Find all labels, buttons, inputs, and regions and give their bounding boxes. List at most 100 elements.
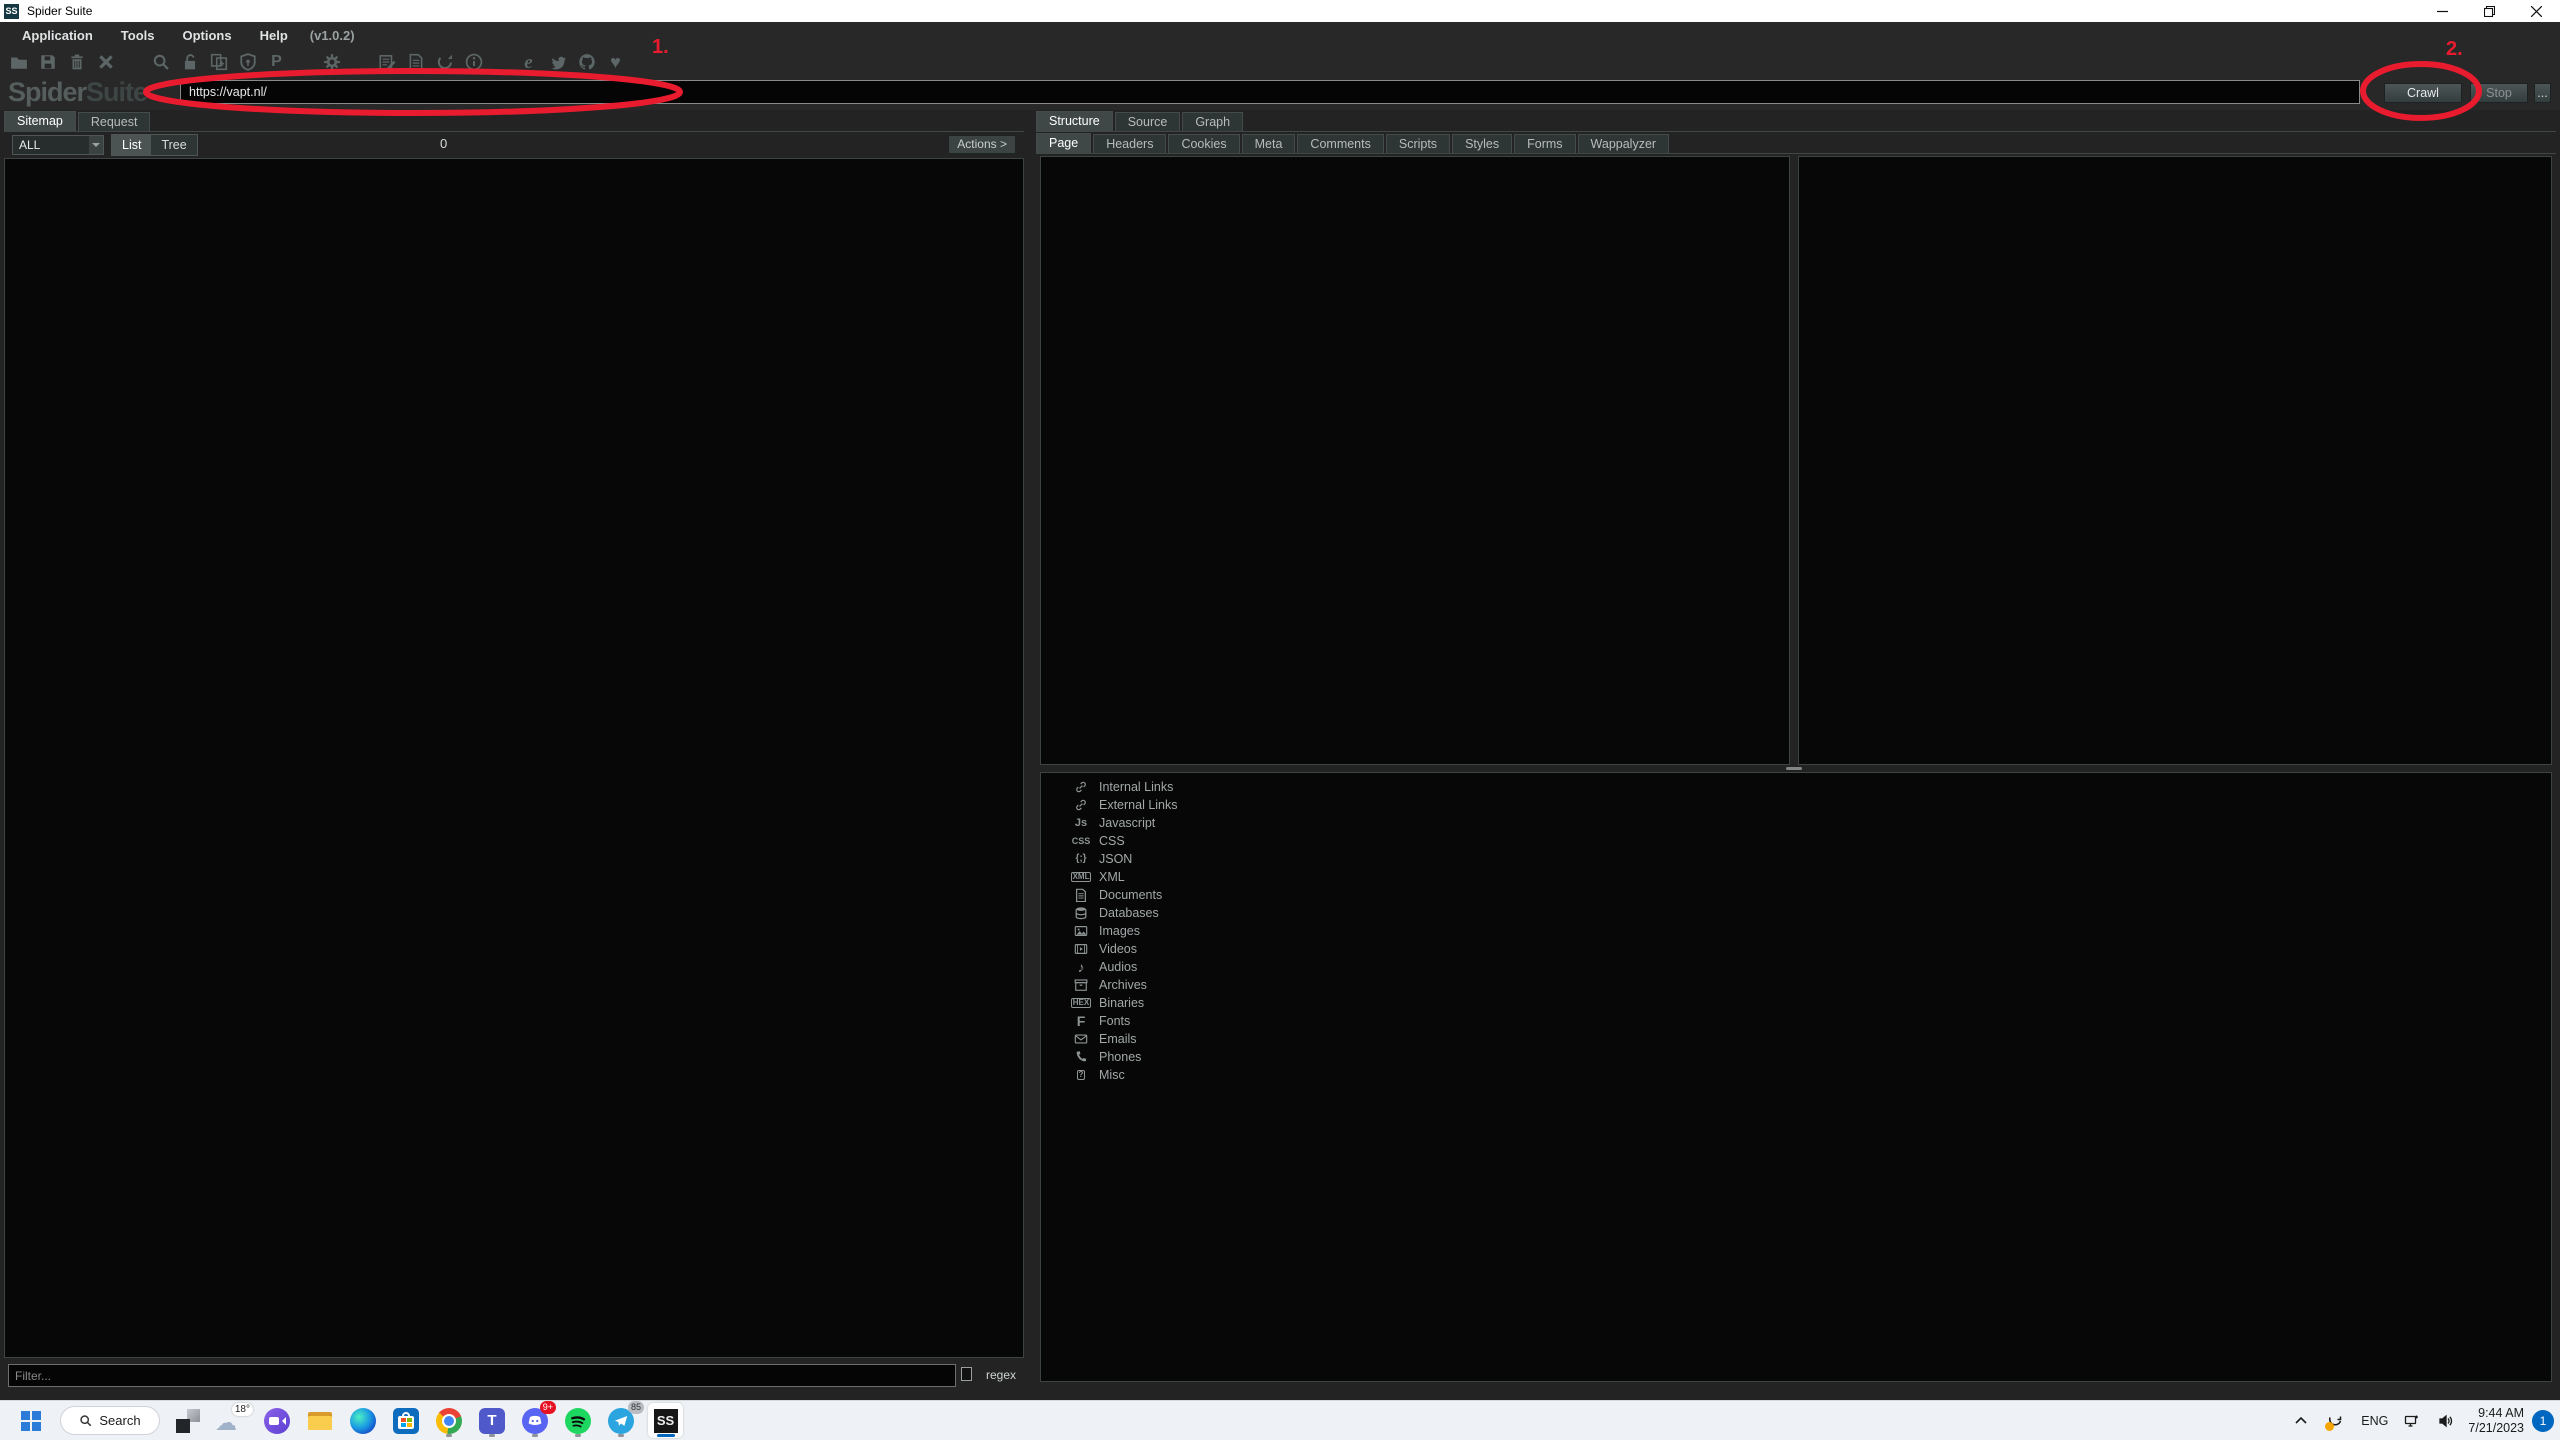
update-sync-icon[interactable] — [2323, 1409, 2347, 1433]
url-row: SpiderSuite Crawl Stop ... — [0, 76, 2560, 110]
notification-badge[interactable]: 1 — [2532, 1410, 2554, 1432]
heart-icon[interactable]: ♥ — [601, 50, 630, 74]
subtab-cookies[interactable]: Cookies — [1168, 134, 1239, 153]
resource-row-audios[interactable]: ♪ Audios — [1041, 958, 2551, 976]
left-controls-row: ALL List Tree 0 Actions > — [4, 133, 1024, 157]
subtab-meta[interactable]: Meta — [1242, 134, 1296, 153]
menu-help[interactable]: Help — [250, 25, 298, 46]
css-icon: CSS — [1071, 833, 1091, 849]
resource-row-internal-links[interactable]: Internal Links — [1041, 778, 2551, 796]
edge-button[interactable] — [348, 1404, 378, 1438]
minimize-button[interactable] — [2419, 0, 2466, 22]
result-count: 0 — [440, 136, 447, 151]
document-icon[interactable] — [401, 50, 430, 74]
refresh-icon[interactable] — [430, 50, 459, 74]
filter-input[interactable] — [8, 1364, 956, 1387]
file-explorer-button[interactable] — [305, 1404, 335, 1438]
resource-row-misc[interactable]: ? Misc — [1041, 1066, 2551, 1084]
menu-tools[interactable]: Tools — [111, 25, 165, 46]
close-x-icon[interactable] — [91, 50, 120, 74]
resource-row-css[interactable]: CSS CSS — [1041, 832, 2551, 850]
resource-row-phones[interactable]: Phones — [1041, 1048, 2551, 1066]
resource-row-emails[interactable]: Emails — [1041, 1030, 2551, 1048]
tab-structure[interactable]: Structure — [1036, 111, 1113, 131]
resource-row-javascript[interactable]: Js Javascript — [1041, 814, 2551, 832]
json-icon: {;} — [1071, 851, 1091, 867]
subtab-scripts[interactable]: Scripts — [1386, 134, 1450, 153]
store-button[interactable] — [391, 1404, 421, 1438]
start-button[interactable] — [16, 1404, 46, 1438]
subtab-comments[interactable]: Comments — [1297, 134, 1383, 153]
tray-chevron-up-icon[interactable] — [2289, 1409, 2313, 1433]
teams-button[interactable]: T — [477, 1404, 507, 1438]
subtab-headers[interactable]: Headers — [1093, 134, 1166, 153]
clock[interactable]: 9:44 AM 7/21/2023 — [2468, 1406, 2524, 1436]
scope-dropdown[interactable]: ALL — [12, 135, 104, 155]
taskbar-search[interactable]: Search — [60, 1406, 160, 1435]
tab-sitemap[interactable]: Sitemap — [4, 111, 76, 131]
stop-button[interactable]: Stop — [2470, 83, 2528, 103]
resource-row-images[interactable]: Images — [1041, 922, 2551, 940]
open-folder-icon[interactable] — [4, 50, 33, 74]
discord-button[interactable]: 9+ — [520, 1404, 550, 1438]
resource-row-external-links[interactable]: External Links — [1041, 796, 2551, 814]
browser-icon[interactable]: e — [514, 50, 543, 74]
sitemap-tree-area[interactable] — [4, 158, 1024, 1358]
page-content-pane-left[interactable] — [1040, 156, 1790, 765]
menu-application[interactable]: Application — [12, 25, 103, 46]
store-icon — [393, 1408, 419, 1434]
splitter-handle[interactable] — [1786, 767, 1802, 770]
resource-row-archives[interactable]: Archives — [1041, 976, 2551, 994]
resource-row-databases[interactable]: Databases — [1041, 904, 2551, 922]
subtab-wappalyzer[interactable]: Wappalyzer — [1578, 134, 1670, 153]
resource-row-fonts[interactable]: F Fonts — [1041, 1012, 2551, 1030]
language-indicator[interactable]: ENG — [2361, 1414, 2388, 1428]
delete-icon[interactable] — [62, 50, 91, 74]
settings-gear-icon[interactable] — [317, 50, 346, 74]
menu-options[interactable]: Options — [172, 25, 241, 46]
url-input[interactable] — [180, 80, 2360, 104]
subtab-page[interactable]: Page — [1036, 133, 1091, 153]
actions-button[interactable]: Actions > — [948, 135, 1016, 154]
spider-suite-taskbar-button[interactable]: SS — [648, 1403, 683, 1438]
unlock-icon[interactable] — [175, 50, 204, 74]
tab-graph[interactable]: Graph — [1182, 112, 1243, 131]
copy-icon[interactable] — [204, 50, 233, 74]
search-icon[interactable] — [146, 50, 175, 74]
folder-icon — [306, 1406, 334, 1436]
twitter-icon[interactable] — [543, 50, 572, 74]
chrome-button[interactable] — [434, 1404, 464, 1438]
task-view-button[interactable] — [173, 1404, 203, 1438]
spotify-button[interactable] — [563, 1404, 593, 1438]
close-button[interactable] — [2513, 0, 2560, 22]
resource-row-xml[interactable]: XML XML — [1041, 868, 2551, 886]
telegram-button[interactable]: 85 — [606, 1404, 636, 1438]
chat-app-button[interactable] — [262, 1404, 292, 1438]
notes-icon[interactable] — [372, 50, 401, 74]
document-icon — [1071, 887, 1091, 903]
more-options-button[interactable]: ... — [2534, 83, 2551, 103]
shield-icon[interactable] — [233, 50, 262, 74]
resource-row-videos[interactable]: Videos — [1041, 940, 2551, 958]
tree-view-button[interactable]: Tree — [151, 135, 196, 155]
github-icon[interactable] — [572, 50, 601, 74]
tab-request[interactable]: Request — [78, 112, 151, 131]
volume-icon[interactable] — [2434, 1409, 2458, 1433]
parser-p-icon[interactable]: P — [262, 50, 291, 74]
regex-checkbox[interactable] — [961, 1367, 972, 1381]
weather-widget[interactable]: ☁ 18° — [215, 1404, 249, 1438]
save-icon[interactable] — [33, 50, 62, 74]
list-view-button[interactable]: List — [112, 135, 151, 155]
crawl-button[interactable]: Crawl — [2384, 83, 2462, 103]
resource-row-binaries[interactable]: HEX Binaries — [1041, 994, 2551, 1012]
misc-icon: ? — [1071, 1067, 1091, 1083]
info-icon[interactable] — [459, 50, 488, 74]
tab-source[interactable]: Source — [1115, 112, 1181, 131]
resource-row-documents[interactable]: Documents — [1041, 886, 2551, 904]
subtab-styles[interactable]: Styles — [1452, 134, 1512, 153]
resource-row-json[interactable]: {;} JSON — [1041, 850, 2551, 868]
page-content-pane-right[interactable] — [1798, 156, 2552, 765]
restore-button[interactable] — [2466, 0, 2513, 22]
subtab-forms[interactable]: Forms — [1514, 134, 1575, 153]
network-icon[interactable] — [2400, 1409, 2424, 1433]
